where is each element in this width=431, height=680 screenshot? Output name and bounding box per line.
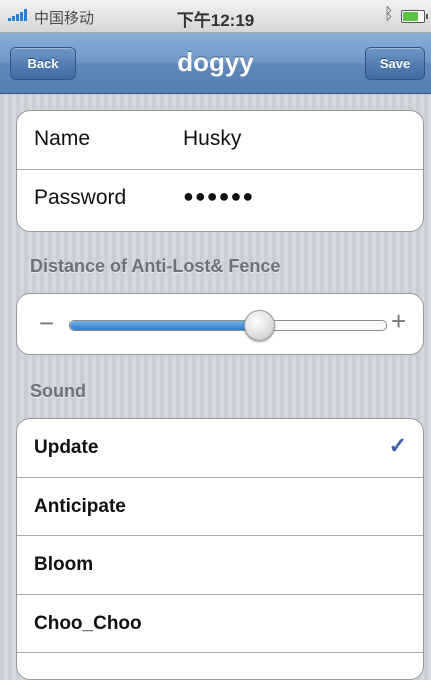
- credentials-group: Name Husky Password ●●●●●●: [16, 110, 424, 232]
- status-bar: 中国移动 下午12:19 ᛒ: [0, 0, 431, 33]
- distance-slider-track[interactable]: [69, 320, 387, 331]
- distance-slider-group: − +: [16, 293, 424, 355]
- sound-section-header: Sound: [30, 381, 86, 401]
- name-row[interactable]: Name Husky: [17, 111, 423, 170]
- bluetooth-icon: ᛒ: [384, 6, 394, 23]
- distance-section-header: Distance of Anti-Lost& Fence: [30, 256, 281, 276]
- sound-item-update[interactable]: Update ✓: [17, 419, 423, 478]
- checkmark-icon: ✓: [388, 433, 407, 458]
- save-button[interactable]: Save: [365, 47, 425, 80]
- sound-item-bloom[interactable]: Bloom: [17, 536, 423, 595]
- status-time: 下午12:19: [176, 11, 255, 30]
- sound-item-label: Choo_Choo: [34, 612, 142, 634]
- back-button[interactable]: Back: [10, 47, 76, 80]
- sound-item-anticipate[interactable]: Anticipate: [17, 478, 423, 536]
- sound-item-label: Bloom: [34, 554, 94, 575]
- minus-icon[interactable]: −: [39, 308, 54, 339]
- name-field[interactable]: Husky: [183, 127, 241, 151]
- name-label: Name: [34, 127, 91, 150]
- password-row[interactable]: Password ●●●●●●: [17, 170, 423, 229]
- distance-slider-thumb[interactable]: [244, 310, 276, 341]
- sound-item-label: Anticipate: [34, 495, 126, 517]
- plus-icon[interactable]: +: [391, 306, 406, 337]
- sound-list: Update ✓ Anticipate Bloom Choo_Choo: [16, 418, 424, 680]
- navigation-bar: Back dogyy Save: [0, 33, 431, 94]
- sound-item-label: Update: [34, 437, 99, 458]
- password-label: Password: [34, 186, 127, 209]
- battery-icon: [401, 10, 428, 23]
- sound-item-choo-choo[interactable]: Choo_Choo: [17, 595, 423, 653]
- page-title: dogyy: [177, 47, 254, 77]
- password-field[interactable]: ●●●●●●: [183, 186, 254, 207]
- distance-slider-fill: [70, 321, 260, 330]
